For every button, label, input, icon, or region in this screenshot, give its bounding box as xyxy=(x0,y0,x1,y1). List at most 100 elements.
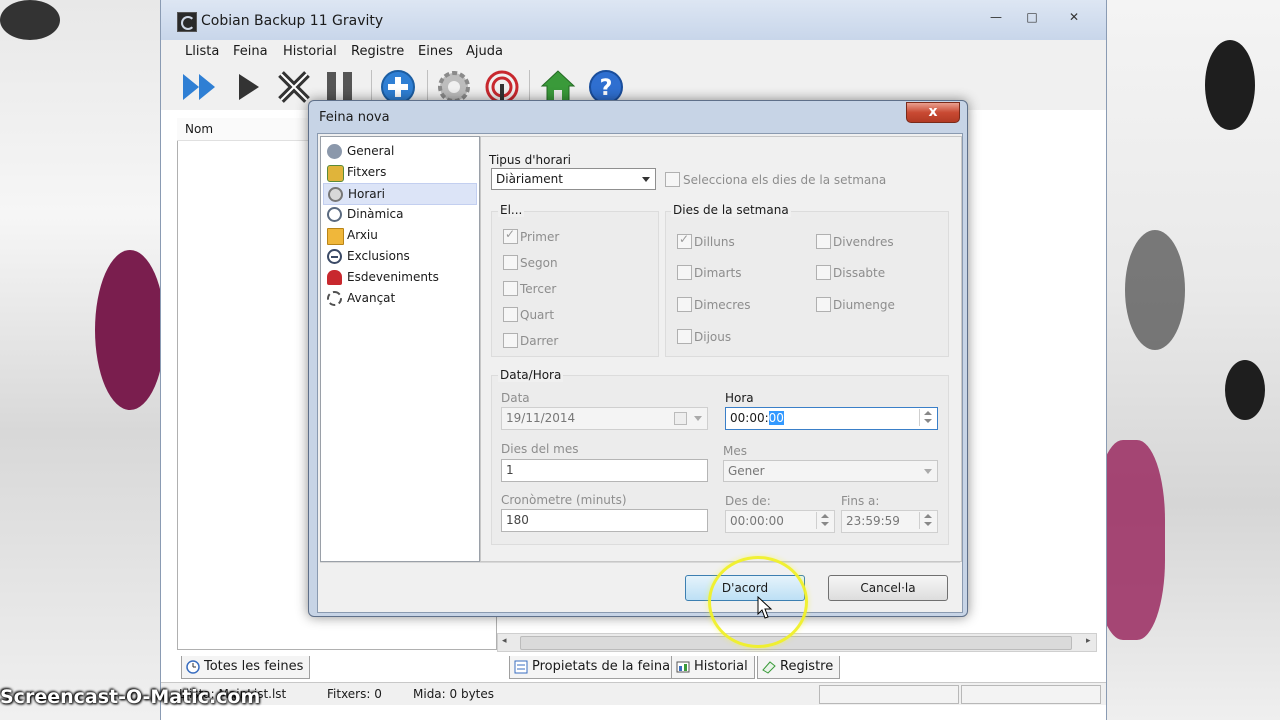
nav-item-arxiu[interactable]: Arxiu xyxy=(323,225,475,245)
tab-historial[interactable]: Historial xyxy=(671,656,755,679)
tab-registre[interactable]: Registre xyxy=(757,656,841,679)
nav-item-dinamica[interactable]: Dinàmica xyxy=(323,204,475,224)
nav-item-avancat[interactable]: Avançat xyxy=(323,288,475,308)
play-icon[interactable] xyxy=(231,68,269,106)
weekday-divendres-label: Divendres xyxy=(833,235,894,249)
from-label: Des de: xyxy=(725,494,771,508)
weekday-dimecres-checkbox[interactable] xyxy=(677,297,692,312)
weekday-divendres-checkbox[interactable] xyxy=(816,234,831,249)
dialog-title: Feina nova xyxy=(319,110,390,125)
schedule-panel: Tipus d'horari Diàriament Selecciona els… xyxy=(480,136,962,562)
run-all-icon[interactable] xyxy=(181,68,219,106)
weekday-dimarts-checkbox[interactable] xyxy=(677,265,692,280)
weekday-dissabte-checkbox[interactable] xyxy=(816,265,831,280)
dialog-body: General Fitxers Horari Dinàmica Arxiu Ex… xyxy=(317,133,963,613)
desktop-background-right xyxy=(1095,0,1280,720)
magnet-icon xyxy=(327,270,342,285)
properties-tab-icon xyxy=(514,660,528,674)
from-value: 00:00:00 xyxy=(730,514,784,528)
to-label: Fins a: xyxy=(841,494,880,508)
scroll-right-icon[interactable]: ▸ xyxy=(1086,636,1091,646)
advanced-gear-icon xyxy=(327,291,342,306)
main-titlebar[interactable]: Cobian Backup 11 Gravity — □ ✕ xyxy=(161,0,1106,40)
clock-tab-icon xyxy=(186,660,200,674)
schedule-type-value: Diàriament xyxy=(496,172,563,186)
app-logo-icon xyxy=(177,12,197,32)
nav-item-fitxers[interactable]: Fitxers xyxy=(323,162,475,182)
nav-item-label: Avançat xyxy=(347,291,396,305)
el-segon-checkbox[interactable] xyxy=(503,255,518,270)
date-label: Data xyxy=(501,391,530,405)
weekday-dijous-checkbox[interactable] xyxy=(677,329,692,344)
el-quart-label: Quart xyxy=(520,308,555,322)
cancel-button[interactable]: Cancel·la xyxy=(828,575,948,601)
menu-ajuda[interactable]: Ajuda xyxy=(466,44,503,59)
month-label: Mes xyxy=(723,444,747,458)
menu-llista[interactable]: Llista xyxy=(185,44,219,59)
nav-item-label: Fitxers xyxy=(347,165,387,179)
month-value: Gener xyxy=(728,464,765,478)
calendar-icon xyxy=(674,412,687,425)
nav-item-label: Exclusions xyxy=(347,249,410,263)
from-spinner[interactable] xyxy=(816,512,833,529)
exclusion-icon xyxy=(327,249,342,264)
menu-bar: Llista Feina Historial Registre Eines Aj… xyxy=(161,40,1106,63)
menu-eines[interactable]: Eines xyxy=(418,44,453,59)
el-tercer-label: Tercer xyxy=(520,282,557,296)
close-window-button[interactable]: ✕ xyxy=(1061,8,1087,26)
menu-registre[interactable]: Registre xyxy=(351,44,404,59)
desktop-blob xyxy=(0,0,60,40)
stop-icon[interactable] xyxy=(275,68,313,106)
nav-item-esdeveniments[interactable]: Esdeveniments xyxy=(323,267,475,287)
select-weekdays-checkbox[interactable] xyxy=(665,172,680,187)
hour-spinner[interactable] xyxy=(919,409,936,426)
timer-label: Cronòmetre (minuts) xyxy=(501,493,627,507)
schedule-type-select[interactable]: Diàriament xyxy=(491,168,656,190)
dialog-close-button[interactable]: x xyxy=(906,102,960,123)
nav-item-horari[interactable]: Horari xyxy=(323,183,477,205)
maximize-button[interactable]: □ xyxy=(1019,8,1045,26)
weekday-dilluns-checkbox[interactable] xyxy=(677,232,692,249)
to-time-input[interactable]: 23:59:59 xyxy=(841,510,938,533)
weekday-diumenge-checkbox[interactable] xyxy=(816,297,831,312)
schedule-type-label: Tipus d'horari xyxy=(489,153,572,167)
toolbar-separator xyxy=(427,70,428,104)
column-header-nom[interactable]: Nom xyxy=(185,122,213,136)
el-tercer-checkbox[interactable] xyxy=(503,281,518,296)
scrollbar-thumb[interactable] xyxy=(520,636,1072,650)
scroll-left-icon[interactable]: ◂ xyxy=(502,636,507,646)
desktop-blob xyxy=(1225,360,1265,420)
nav-item-label: Horari xyxy=(348,187,385,201)
nav-item-label: General xyxy=(347,144,395,158)
new-task-dialog: Feina nova x General Fitxers Horari Dinà… xyxy=(308,100,968,617)
el-darrer-checkbox[interactable] xyxy=(503,333,518,348)
log-tab-icon xyxy=(762,660,776,674)
el-quart-checkbox[interactable] xyxy=(503,307,518,322)
from-time-input[interactable]: 00:00:00 xyxy=(725,510,835,533)
month-select[interactable]: Gener xyxy=(723,460,938,482)
menu-feina[interactable]: Feina xyxy=(233,44,268,59)
tab-totes-les-feines[interactable]: Totes les feines xyxy=(181,656,311,679)
minimize-button[interactable]: — xyxy=(983,8,1009,26)
tab-propietats[interactable]: Propietats de la feina xyxy=(509,656,678,679)
clock-icon xyxy=(328,187,343,202)
to-spinner[interactable] xyxy=(919,512,936,529)
month-days-input[interactable]: 1 xyxy=(501,459,708,482)
el-primer-checkbox[interactable] xyxy=(503,227,518,244)
horizontal-scrollbar[interactable]: ◂ ▸ xyxy=(497,633,1097,652)
hour-input[interactable]: 00:00:00 xyxy=(725,407,938,430)
nav-item-general[interactable]: General xyxy=(323,141,475,161)
nav-item-exclusions[interactable]: Exclusions xyxy=(323,246,475,266)
nav-item-label: Esdeveniments xyxy=(347,270,439,284)
nav-item-label: Arxiu xyxy=(347,228,378,242)
el-segon-label: Segon xyxy=(520,256,558,270)
timer-input[interactable]: 180 xyxy=(501,509,708,532)
menu-historial[interactable]: Historial xyxy=(283,44,337,59)
hour-value: 00:00:00 xyxy=(730,411,784,425)
date-picker[interactable]: 19/11/2014 xyxy=(501,407,708,430)
hour-label: Hora xyxy=(725,391,754,405)
hour-selected-segment: 00 xyxy=(768,411,784,425)
tab-label: Totes les feines xyxy=(204,659,304,674)
chevron-down-icon xyxy=(694,416,702,421)
el-group-label: El... xyxy=(498,203,525,217)
